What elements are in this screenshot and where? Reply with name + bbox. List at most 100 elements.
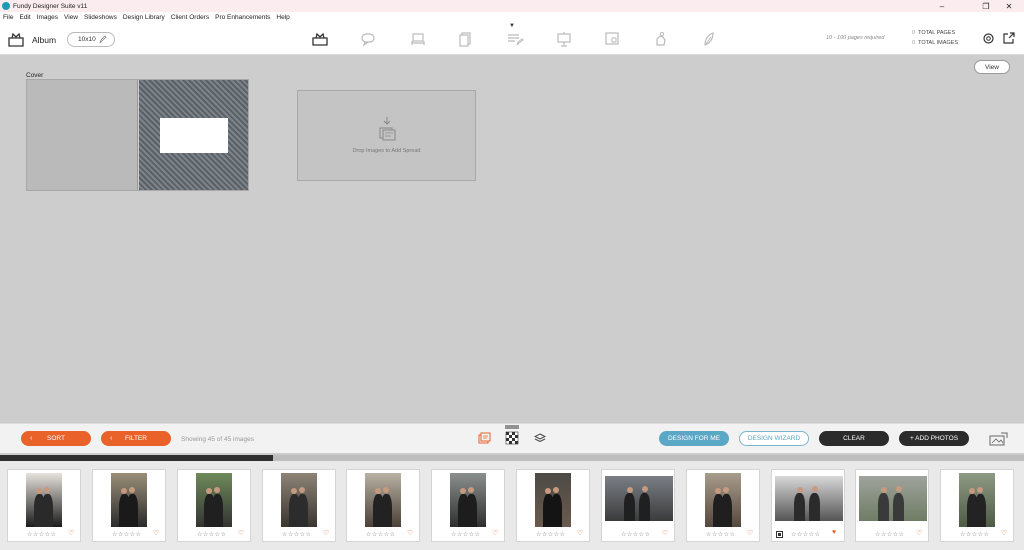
settings-icon[interactable] [982,32,995,45]
clear-button[interactable]: CLEAR [819,431,889,446]
pages-icon[interactable] [457,31,475,47]
photo-figure-head [214,486,221,493]
thumbnail-card[interactable]: ☆☆☆☆☆ ♡ [346,469,420,542]
photo-figure [296,493,308,527]
screen-icon[interactable] [603,31,621,47]
star-rating[interactable]: ☆☆☆☆☆ [621,531,650,538]
menu-file[interactable]: File [3,14,13,21]
product-label: Album [32,35,57,45]
photo-figure-head [44,486,51,493]
sort-button[interactable]: ‹ SORT [21,431,91,446]
photo-figure-head [977,486,984,493]
thumbnail-card[interactable]: ☆☆☆☆☆ ♡ [262,469,336,542]
thumbnail-image [859,476,927,521]
menu-edit[interactable]: Edit [19,14,30,21]
star-rating[interactable]: ☆☆☆☆☆ [366,531,395,538]
close-button[interactable]: ✕ [994,0,1024,12]
selected-checkbox-icon[interactable] [776,531,783,538]
star-rating[interactable]: ☆☆☆☆☆ [960,531,989,538]
heart-icon[interactable]: ♡ [916,529,922,537]
total-pages-label: TOTAL PAGES [918,30,956,36]
star-rating[interactable]: ☆☆☆☆☆ [706,531,735,538]
photo-figure [126,493,138,527]
heart-icon[interactable]: ♡ [68,529,74,537]
thumbnail-card[interactable]: ☆☆☆☆☆ ♡ [7,469,81,542]
menu-view[interactable]: View [64,14,78,21]
photo-figure [639,493,651,521]
heart-icon[interactable]: ♡ [662,529,668,537]
photo-figure [41,493,53,527]
pages-required-note: 10 - 100 pages required [826,35,885,41]
title-bar: Fundy Designer Suite v11 [0,0,1024,12]
minimize-button[interactable]: – [927,0,957,12]
design-for-me-button[interactable]: DESIGN FOR ME [659,431,729,446]
hand-icon[interactable] [652,31,670,47]
photo-figure-head [641,486,648,493]
thumbnail-card[interactable]: ☆☆☆☆☆ ♡ [516,469,590,542]
heart-icon[interactable]: ♡ [577,529,583,537]
filter-label: FILTER [125,435,147,442]
drop-zone[interactable]: Drop Images to Add Spread [297,90,476,181]
view-button[interactable]: View [974,60,1010,74]
export-icon[interactable] [1003,32,1015,44]
thumbnail-card[interactable]: ☆☆☆☆☆ ♡ [686,469,760,542]
thumbnail-image [775,476,843,521]
menu-client-orders[interactable]: Client Orders [171,14,209,21]
presentation-icon[interactable] [555,31,573,47]
star-rating[interactable]: ☆☆☆☆☆ [791,531,820,538]
heart-icon[interactable]: ♥ [832,529,836,536]
layers-icon[interactable] [534,432,546,444]
leaf-icon[interactable] [700,31,718,47]
cover-image-slot[interactable] [160,118,228,153]
design-wizard-button[interactable]: DESIGN WIZARD [739,431,809,446]
heart-icon[interactable]: ♡ [492,529,498,537]
stack-images-icon[interactable] [478,432,491,445]
filter-button[interactable]: ‹ FILTER [101,431,171,446]
photo-figure [211,493,223,527]
star-rating[interactable]: ☆☆☆☆☆ [27,531,56,538]
edit-list-icon[interactable] [506,31,524,47]
thumbnail-card[interactable]: ☆☆☆☆☆ ♡ [855,469,929,542]
photo-figure-head [129,486,136,493]
thumbnail-card[interactable]: ☆☆☆☆☆ ♥ [771,469,845,542]
heart-icon[interactable]: ♡ [323,529,329,537]
thumbnail-card[interactable]: ☆☆☆☆☆ ♡ [431,469,505,542]
album-size-selector[interactable]: 10x10 [67,32,115,47]
star-rating[interactable]: ☆☆☆☆☆ [112,531,141,538]
thumbnail-card[interactable]: ☆☆☆☆☆ ♡ [601,469,675,542]
menu-images[interactable]: Images [37,14,58,21]
star-rating[interactable]: ☆☆☆☆☆ [282,531,311,538]
chat-icon[interactable] [360,31,378,47]
menu-pro-enhancements[interactable]: Pro Enhancements [215,14,270,21]
menu-help[interactable]: Help [276,14,289,21]
add-photos-button[interactable]: + ADD PHOTOS [899,431,969,446]
thumbnail-image [605,476,673,521]
photo-figure [809,493,821,521]
checker-grid-icon[interactable] [505,425,519,446]
menu-design-library[interactable]: Design Library [123,14,165,21]
thumbnail-image [959,473,995,527]
bed-icon[interactable] [409,31,427,47]
star-rating[interactable]: ☆☆☆☆☆ [197,531,226,538]
chevron-left-icon: ‹ [30,435,33,442]
showing-count: Showing 45 of 45 images [181,436,254,443]
total-images-label: TOTAL IMAGES [918,40,958,46]
heart-icon[interactable]: ♡ [407,529,413,537]
thumbnail-card[interactable]: ☆☆☆☆☆ ♡ [92,469,166,542]
thumbnail-card[interactable]: ☆☆☆☆☆ ♡ [177,469,251,542]
star-rating[interactable]: ☆☆☆☆☆ [536,531,565,538]
expand-filmstrip-icon[interactable] [989,432,1008,446]
drop-zone-text: Drop Images to Add Spread [352,148,421,154]
menu-slideshows[interactable]: Slideshows [84,14,117,21]
album-product-icon[interactable] [8,33,24,47]
active-tool-caret-icon: ▼ [509,23,515,29]
heart-icon[interactable]: ♡ [238,529,244,537]
star-rating[interactable]: ☆☆☆☆☆ [451,531,480,538]
star-rating[interactable]: ☆☆☆☆☆ [875,531,904,538]
cover-spread[interactable] [26,79,249,191]
album-tool-icon[interactable] [311,31,329,47]
heart-icon[interactable]: ♡ [1001,529,1007,537]
heart-icon[interactable]: ♡ [747,529,753,537]
heart-icon[interactable]: ♡ [153,529,159,537]
thumbnail-card[interactable]: ☆☆☆☆☆ ♡ [940,469,1014,542]
